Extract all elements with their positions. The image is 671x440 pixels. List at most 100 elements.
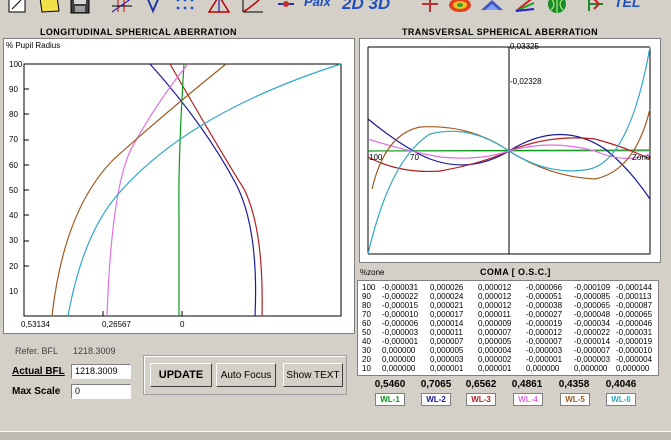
auto-focus-button[interactable]: Auto Focus bbox=[216, 363, 276, 387]
coma-summary-value: 0,4358 bbox=[558, 379, 590, 390]
coma-value-cell: -0,000003 bbox=[574, 355, 611, 364]
coma-value-cell: 0,000000 bbox=[382, 355, 416, 364]
spot-diagram-icon[interactable] bbox=[172, 0, 198, 16]
coma-value-cell: -0,000048 bbox=[574, 310, 611, 319]
coma-value-cell: -0,000038 bbox=[526, 301, 563, 310]
coma-zone-cell: 20 bbox=[362, 355, 371, 364]
coma-value-cell: 0,000024 bbox=[430, 292, 464, 301]
coma-value-cell: -0,000012 bbox=[526, 328, 563, 337]
coma-value-cell: -0,000065 bbox=[616, 310, 653, 319]
2d-3d-button[interactable]: 2D 3D bbox=[342, 0, 390, 14]
ray-fan-icon[interactable] bbox=[143, 0, 163, 16]
coma-value-cell: -0,000109 bbox=[574, 283, 611, 292]
coma-value-cell: 0,000012 bbox=[478, 301, 512, 310]
aberration-triangle-icon[interactable] bbox=[205, 0, 233, 16]
coma-zone-cell: 70 bbox=[362, 310, 371, 319]
coma-value-cell: -0,000066 bbox=[526, 283, 563, 292]
coma-value-cell: 0,000017 bbox=[430, 310, 464, 319]
coma-value-cell: -0,000006 bbox=[382, 319, 419, 328]
coma-value-cell: 0,000000 bbox=[382, 346, 416, 355]
coma-value-cell: 0,000026 bbox=[430, 283, 464, 292]
longitudinal-plot: % Pupil Radius 100 90 80 70 60 50 40 30 … bbox=[3, 38, 355, 334]
coma-value-cell: 0,000001 bbox=[478, 364, 512, 373]
actual-bfl-input[interactable]: 1218.3009 bbox=[71, 364, 131, 379]
y-tick-80: 80 bbox=[9, 110, 18, 119]
longitudinal-curve-wl5 bbox=[51, 63, 227, 317]
coma-title: COMA [ O.S.C.] bbox=[480, 267, 551, 277]
coma-value-cell: -0,000034 bbox=[574, 319, 611, 328]
color-map-icon[interactable] bbox=[446, 0, 474, 16]
lens-layout-icon[interactable] bbox=[109, 0, 135, 16]
coma-value-cell: 0,000004 bbox=[478, 346, 512, 355]
coma-value-cell: 0,000001 bbox=[430, 364, 464, 373]
coma-zone-cell: 80 bbox=[362, 301, 371, 310]
coma-value-cell: 0,000007 bbox=[478, 328, 512, 337]
coma-summary-value: 0,4861 bbox=[511, 379, 543, 390]
wavelength-button-2[interactable]: WL-2 bbox=[421, 393, 451, 406]
coma-value-cell: 0,000005 bbox=[478, 337, 512, 346]
paraxial-icon[interactable] bbox=[275, 0, 297, 16]
new-plot-icon[interactable] bbox=[6, 0, 28, 16]
tel-button[interactable]: TEL bbox=[614, 0, 640, 10]
y-tick-10: 10 bbox=[9, 287, 18, 296]
transversal-zone-label: Zone bbox=[632, 153, 651, 162]
coma-value-cell: -0,000007 bbox=[526, 337, 563, 346]
longitudinal-curve-wl2 bbox=[149, 63, 257, 317]
wavelength-button-4[interactable]: WL-4 bbox=[513, 393, 543, 406]
surface-3d-icon[interactable] bbox=[478, 0, 506, 16]
x-tick-0-53134: 0,53134 bbox=[21, 320, 50, 329]
wavelength-button-6[interactable]: WL-6 bbox=[606, 393, 636, 406]
transversal-mid-label: 70 bbox=[410, 153, 419, 162]
longitudinal-title: LONGITUDINAL SPHERICAL ABERRATION bbox=[40, 27, 237, 37]
coma-table: 100 -0,000031 0,000026 0,000012 -0,000066 -0,… bbox=[357, 280, 659, 376]
toolbar: Paix 2D 3D TEL bbox=[0, 0, 671, 20]
coma-value-cell: -0,000113 bbox=[616, 292, 652, 301]
distortion-icon[interactable] bbox=[240, 0, 266, 16]
coma-value-cell: -0,000065 bbox=[574, 301, 611, 310]
coma-value-cell: -0,000144 bbox=[616, 283, 653, 292]
coma-value-cell: -0,000027 bbox=[526, 310, 563, 319]
spectrum-icon[interactable] bbox=[512, 0, 538, 16]
coma-value-cell: -0,000087 bbox=[616, 301, 653, 310]
coma-value-cell: -0,000014 bbox=[574, 337, 611, 346]
coma-value-cell: 0,000003 bbox=[430, 355, 464, 364]
globe-icon[interactable] bbox=[545, 0, 569, 16]
paix-button[interactable]: Paix bbox=[304, 0, 331, 9]
coma-value-cell: -0,000003 bbox=[382, 328, 419, 337]
tolerance-icon[interactable] bbox=[584, 0, 606, 16]
show-text-button[interactable]: Show TEXT bbox=[283, 363, 343, 387]
coma-summary-value: 0,6562 bbox=[465, 379, 497, 390]
y-tick-40: 40 bbox=[9, 211, 18, 220]
coma-value-cell: 0,000014 bbox=[430, 319, 464, 328]
save-icon[interactable] bbox=[68, 0, 92, 16]
update-button[interactable]: UPDATE bbox=[150, 363, 212, 387]
max-scale-input[interactable]: 0 bbox=[71, 384, 131, 399]
x-tick-0: 0 bbox=[180, 320, 185, 329]
coma-value-cell: -0,000022 bbox=[382, 292, 419, 301]
coma-value-cell: -0,000004 bbox=[616, 355, 653, 364]
coma-value-cell: -0,000046 bbox=[616, 319, 653, 328]
coma-value-cell: -0,000015 bbox=[382, 301, 419, 310]
wavelength-button-3[interactable]: WL-3 bbox=[466, 393, 496, 406]
y-tick-50: 50 bbox=[9, 186, 18, 195]
x-tick-0-26567: 0,26567 bbox=[102, 320, 131, 329]
coma-value-cell: 0,000005 bbox=[430, 346, 464, 355]
y-tick-70: 70 bbox=[9, 135, 18, 144]
refer-bfl-value: 1218.3009 bbox=[73, 346, 116, 356]
coma-value-cell: -0,000031 bbox=[616, 328, 653, 337]
coma-value-cell: -0,000001 bbox=[526, 355, 563, 364]
coma-value-cell: -0,000010 bbox=[382, 310, 419, 319]
note-icon[interactable] bbox=[36, 0, 62, 16]
refer-bfl-label: Refer. BFL bbox=[15, 346, 59, 356]
coma-zone-cell: 10 bbox=[362, 364, 371, 373]
wavelength-button-1[interactable]: WL-1 bbox=[375, 393, 405, 406]
target-icon[interactable] bbox=[418, 0, 442, 16]
transversal-second-label: -0,02328 bbox=[510, 77, 542, 86]
coma-value-cell: 0,000011 bbox=[478, 310, 511, 319]
coma-value-cell: 0,000011 bbox=[430, 328, 463, 337]
transversal-curve-wl5 bbox=[371, 108, 651, 190]
coma-summary-value: 0,4046 bbox=[605, 379, 637, 390]
wavelength-button-5[interactable]: WL-5 bbox=[560, 393, 590, 406]
coma-value-cell: 0,000002 bbox=[478, 355, 512, 364]
coma-zone-cell: 30 bbox=[362, 346, 371, 355]
